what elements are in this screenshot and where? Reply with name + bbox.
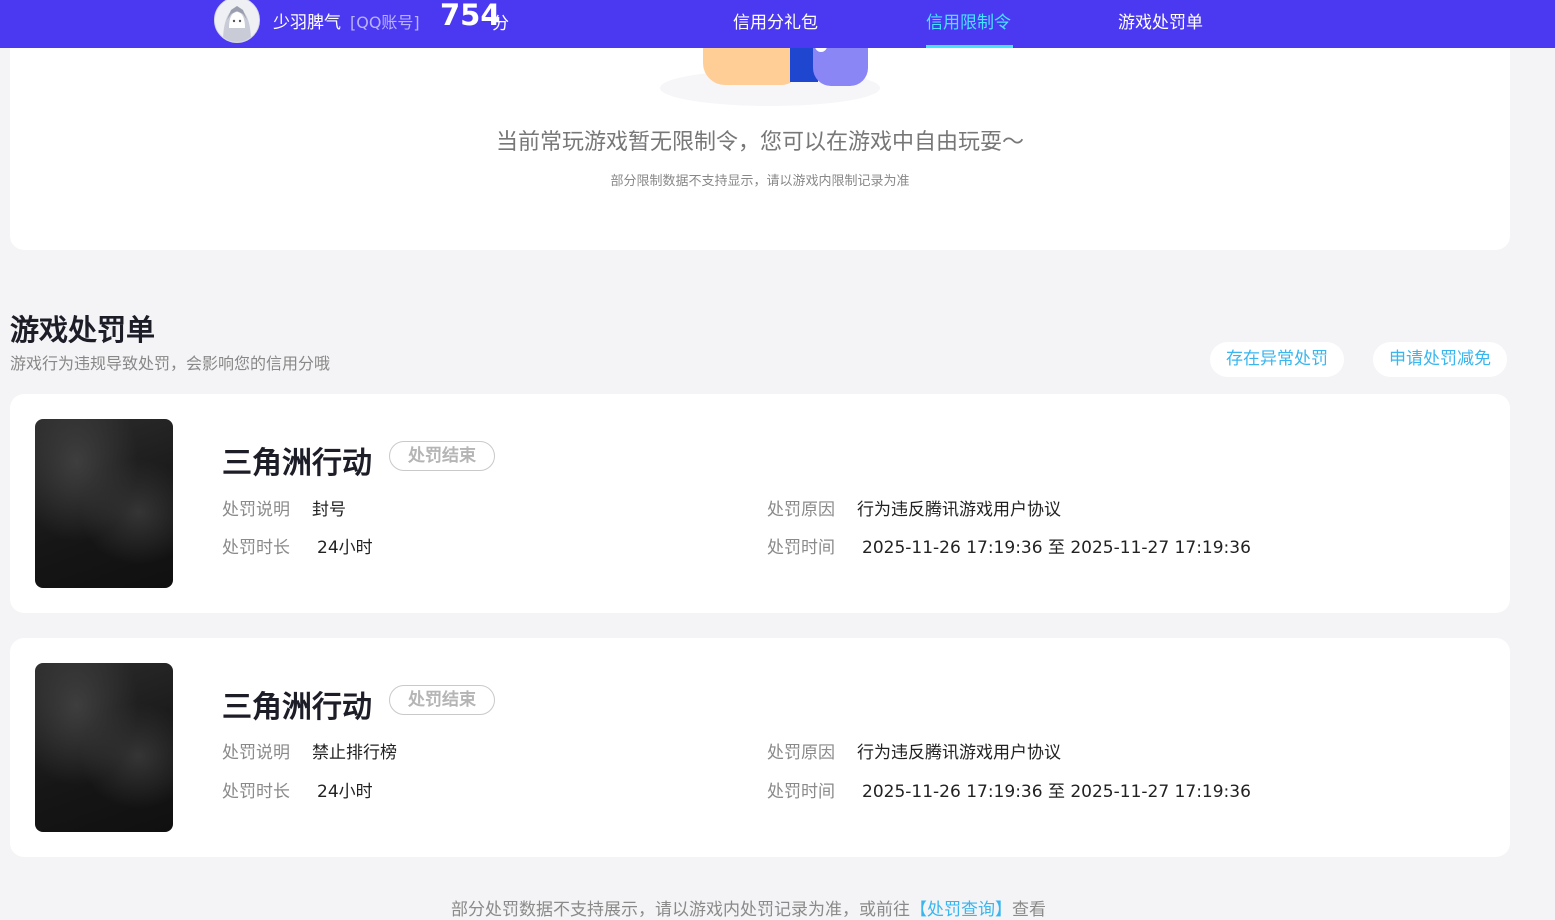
- penalty-time-label: 处罚时间: [767, 782, 835, 802]
- game-name: 三角洲行动: [222, 446, 372, 481]
- active-tab-indicator: [926, 45, 1013, 48]
- user-name: 少羽脾气: [273, 13, 341, 33]
- user-avatar[interactable]: [214, 0, 260, 43]
- penalty-time-label: 处罚时间: [767, 538, 835, 558]
- penalty-desc-value: 禁止排行榜: [312, 743, 397, 763]
- status-badge: 处罚结束: [389, 685, 495, 715]
- penalty-desc-label: 处罚说明: [222, 743, 290, 763]
- status-badge: 处罚结束: [389, 441, 495, 471]
- tab-game-penalty[interactable]: 游戏处罚单: [1118, 8, 1203, 33]
- penalty-duration-label: 处罚时长: [222, 538, 290, 558]
- abnormal-penalty-button[interactable]: 存在异常处罚: [1210, 342, 1344, 377]
- penalty-reason-label: 处罚原因: [767, 743, 835, 763]
- restriction-card: 当前常玩游戏暂无限制令，您可以在游戏中自由玩耍～ 部分限制数据不支持显示，请以游…: [10, 20, 1510, 250]
- penalty-duration-value: 24小时: [317, 538, 373, 558]
- account-type-label: [QQ账号]: [350, 13, 420, 32]
- penalty-duration-label: 处罚时长: [222, 782, 290, 802]
- penalty-time-value: 2025-11-26 17:19:36 至 2025-11-27 17:19:3…: [862, 782, 1251, 802]
- penalty-duration-value: 24小时: [317, 782, 373, 802]
- penalty-reason-value: 行为违反腾讯游戏用户协议: [857, 500, 1061, 520]
- penalty-reason-value: 行为违反腾讯游戏用户协议: [857, 743, 1061, 763]
- section-subtitle: 游戏行为违规导致处罚，会影响您的信用分哦: [10, 354, 331, 373]
- section-title: 游戏处罚单: [10, 313, 156, 347]
- penalty-query-link[interactable]: 【处罚查询】: [910, 900, 1012, 920]
- footer-note: 部分处罚数据不支持展示，请以游戏内处罚记录为准，或前往【处罚查询】查看: [451, 895, 1046, 920]
- apply-penalty-reduction-button[interactable]: 申请处罚减免: [1373, 342, 1507, 377]
- top-nav-bar: 少羽脾气 [QQ账号] 754 分 信用分礼包 信用限制令 游戏处罚单: [0, 0, 1555, 48]
- footer-text-end: 查看: [1012, 900, 1046, 920]
- penalty-card: 三角洲行动 处罚结束 处罚说明 禁止排行榜 处罚时长 24小时 处罚原因 行为违…: [10, 638, 1510, 857]
- avatar-anime-girl-icon: [215, 0, 259, 42]
- game-name: 三角洲行动: [222, 690, 372, 725]
- penalty-desc-label: 处罚说明: [222, 500, 290, 520]
- game-cover-image: [35, 663, 173, 832]
- penalty-time-value: 2025-11-26 17:19:36 至 2025-11-27 17:19:3…: [862, 538, 1251, 558]
- tab-credit-gift[interactable]: 信用分礼包: [733, 8, 818, 33]
- empty-state-note: 部分限制数据不支持显示，请以游戏内限制记录为准: [610, 174, 910, 189]
- credit-score-unit: 分: [492, 14, 509, 34]
- game-cover-image: [35, 419, 173, 588]
- penalty-card: 三角洲行动 处罚结束 处罚说明 封号 处罚时长 24小时 处罚原因 行为违反腾讯…: [10, 394, 1510, 613]
- penalty-desc-value: 封号: [312, 500, 346, 520]
- tab-credit-restriction[interactable]: 信用限制令: [926, 8, 1011, 33]
- footer-text: 部分处罚数据不支持展示，请以游戏内处罚记录为准，或前往: [451, 900, 910, 920]
- empty-state-title: 当前常玩游戏暂无限制令，您可以在游戏中自由玩耍～: [495, 130, 1024, 155]
- penalty-reason-label: 处罚原因: [767, 500, 835, 520]
